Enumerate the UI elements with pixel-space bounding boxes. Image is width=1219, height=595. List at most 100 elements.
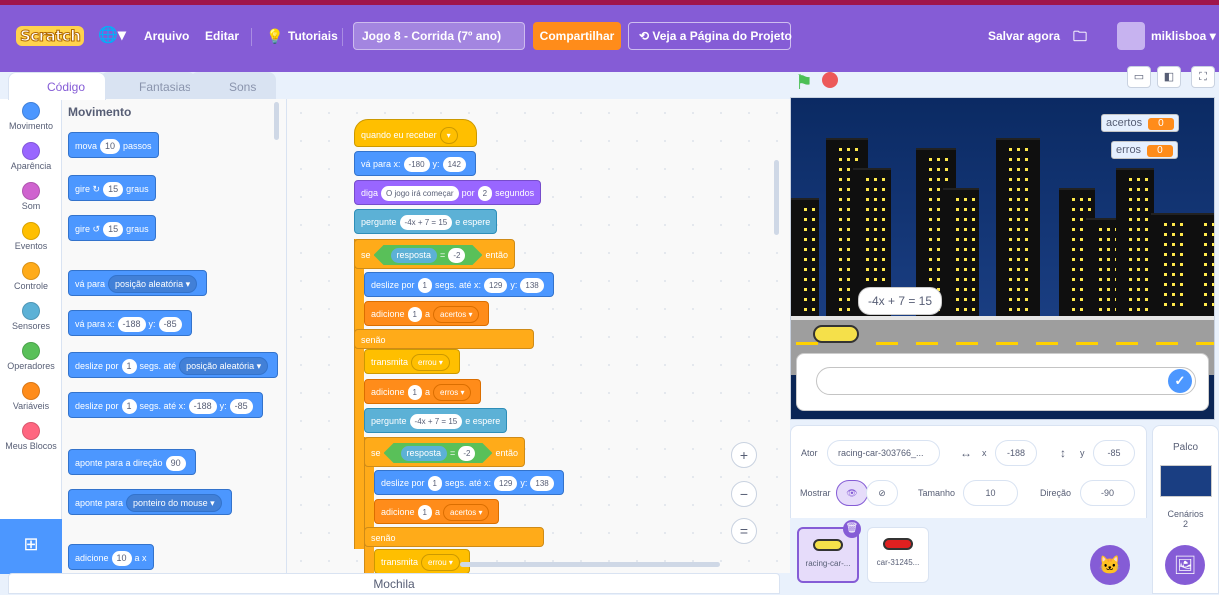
answer-reporter[interactable]: resposta (401, 446, 448, 461)
palette-gotoxy-block[interactable]: vá para x: -188 y: -85 (68, 310, 192, 336)
category-control[interactable]: Controle (0, 262, 62, 291)
block-input[interactable]: -85 (229, 399, 253, 414)
change-variable-block[interactable]: adicione 1 a acertos ▾ (374, 499, 500, 524)
large-stage-icon[interactable]: ◧ (1157, 66, 1181, 88)
tab-costumes[interactable]: Fantasias (100, 72, 196, 100)
add-backdrop-icon[interactable]: 🖼 (1165, 545, 1205, 585)
x-input[interactable]: -188 (995, 440, 1037, 466)
block-input[interactable]: 15 (103, 182, 124, 197)
block-input[interactable]: 10 (100, 139, 121, 154)
palette-goto-block[interactable]: vá para posição aleatória ▾ (68, 270, 208, 296)
backpack-bar[interactable]: Mochila (8, 573, 780, 594)
if-then-else-block[interactable]: se resposta = -2 então (354, 239, 515, 269)
block-input[interactable]: 1 (407, 385, 422, 400)
delete-sprite-icon[interactable]: 🗑 (843, 520, 861, 538)
y-input[interactable]: -85 (1093, 440, 1135, 466)
block-input[interactable]: -85 (158, 317, 182, 332)
script-vertical-scrollbar[interactable] (774, 160, 779, 235)
block-input[interactable]: 129 (484, 278, 508, 293)
block-dropdown[interactable]: ponteiro do mouse ▾ (126, 494, 222, 512)
block-dropdown[interactable]: ▾ (439, 127, 458, 144)
add-sprite-icon[interactable]: 🐱 (1090, 545, 1130, 585)
add-extension-button[interactable]: ⊞ (0, 519, 62, 574)
equals-operator[interactable]: resposta = -2 (384, 443, 493, 463)
palette-turn-left-block[interactable]: gire ↺ 15 graus (68, 215, 156, 241)
category-my-blocks[interactable]: Meus Blocos (0, 422, 62, 451)
globe-icon[interactable]: 🌐▾ (98, 14, 126, 58)
block-input[interactable]: -2 (448, 248, 465, 263)
message-dropdown[interactable]: errou ▾ (411, 354, 450, 371)
size-input[interactable]: 10 (963, 480, 1018, 506)
block-input[interactable]: -4x + 7 = 15 (399, 215, 453, 230)
stop-icon[interactable] (822, 72, 838, 88)
see-project-page-button[interactable]: ⟲ Veja a Página do Projeto (628, 22, 792, 50)
change-variable-block[interactable]: adicione 1 a erros ▾ (364, 379, 482, 404)
show-visible-eye-icon[interactable]: 👁 (836, 480, 868, 506)
message-dropdown[interactable]: errou ▾ (421, 554, 460, 571)
block-input[interactable]: -180 (403, 157, 430, 172)
zoom-out-icon[interactable]: − (731, 481, 757, 507)
broadcast-block[interactable]: transmita errou ▾ (364, 349, 460, 374)
ask-and-wait-block[interactable]: pergunte -4x + 7 = 15 e espere (354, 209, 498, 234)
green-flag-icon[interactable]: ⚑ (795, 70, 813, 95)
block-input[interactable]: 138 (530, 476, 554, 491)
show-hidden-eye-icon[interactable]: ⊘ (866, 480, 898, 506)
answer-input[interactable] (816, 367, 1196, 395)
scratch-logo[interactable]: Scratch (16, 26, 85, 46)
variable-dropdown[interactable]: acertos ▾ (433, 306, 480, 323)
ask-and-wait-block[interactable]: pergunte -4x + 7 = 15 e espere (364, 408, 508, 433)
tab-sounds[interactable]: Sons (190, 72, 276, 100)
block-input[interactable]: 1 (417, 505, 432, 520)
yellow-car-sprite[interactable] (813, 325, 859, 343)
change-variable-block[interactable]: adicione 1 a acertos ▾ (364, 301, 490, 326)
category-events[interactable]: Eventos (0, 222, 62, 251)
folder-icon[interactable]: 🗀 (1073, 14, 1087, 58)
variable-monitor-acertos[interactable]: acertos 0 (1101, 114, 1179, 132)
script-area[interactable]: quando eu receber ▾ vá para x: -180 y: 142 d… (287, 99, 790, 573)
block-input[interactable]: 1 (121, 399, 137, 414)
glide-to-xy-block[interactable]: deslize por 1 segs. até x: 129 y: 138 (374, 470, 564, 495)
block-input[interactable]: -2 (458, 446, 475, 461)
block-dropdown[interactable]: posição aleatória ▾ (179, 357, 269, 375)
answer-reporter[interactable]: resposta (391, 248, 438, 263)
palette-point-towards-block[interactable]: aponte para ponteiro do mouse ▾ (68, 489, 232, 515)
fullscreen-icon[interactable]: ⛶ (1191, 66, 1215, 88)
category-sensing[interactable]: Sensores (0, 302, 62, 331)
small-stage-icon[interactable]: ▭ (1127, 66, 1151, 88)
palette-point-direction-block[interactable]: aponte para a direção 90 (68, 449, 196, 475)
block-input[interactable]: O jogo irá começar (381, 186, 459, 201)
zoom-in-icon[interactable]: + (731, 442, 757, 468)
project-title-input[interactable]: Jogo 8 - Corrida (7º ano) (353, 22, 525, 50)
share-button[interactable]: Compartilhar (533, 22, 621, 50)
category-variables[interactable]: Variáveis (0, 382, 62, 411)
category-sound[interactable]: Som (0, 182, 62, 211)
category-motion[interactable]: Movimento (0, 102, 62, 131)
block-input[interactable]: 1 (417, 278, 432, 293)
block-input[interactable]: -188 (117, 317, 146, 332)
block-input[interactable]: 129 (494, 476, 518, 491)
block-input[interactable]: 1 (427, 476, 442, 491)
menu-file[interactable]: Arquivo (144, 14, 189, 58)
palette-scrollbar[interactable] (274, 102, 279, 140)
zoom-reset-icon[interactable]: = (731, 518, 757, 544)
menu-tutorials[interactable]: Tutoriais (288, 14, 338, 58)
avatar[interactable] (1117, 22, 1145, 50)
username-menu[interactable]: miklisboa ▾ (1151, 14, 1216, 58)
save-now-button[interactable]: Salvar agora (988, 14, 1060, 58)
menu-edit[interactable]: Editar (205, 14, 239, 58)
block-dropdown[interactable]: posição aleatória ▾ (108, 275, 198, 293)
palette-glide-xy-block[interactable]: deslize por 1 segs. até x: -188 y: -85 (68, 392, 263, 418)
block-input[interactable]: -4x + 7 = 15 (409, 414, 463, 429)
palette-glide-random-block[interactable]: deslize por 1 segs. até posição aleatória ▾ (68, 352, 279, 378)
variable-monitor-erros[interactable]: erros 0 (1111, 141, 1178, 159)
glide-to-xy-block[interactable]: deslize por 1 segs. até x: 129 y: 138 (364, 272, 554, 297)
block-input[interactable]: 10 (111, 551, 132, 566)
block-input[interactable]: 142 (442, 157, 466, 172)
check-icon[interactable]: ✓ (1168, 369, 1192, 393)
script-horizontal-scrollbar[interactable] (460, 562, 720, 567)
block-input[interactable]: 1 (407, 307, 422, 322)
say-for-secs-block[interactable]: diga O jogo irá começar por 2 segundos (354, 180, 542, 205)
category-looks[interactable]: Aparência (0, 142, 62, 171)
gotoxy-block[interactable]: vá para x: -180 y: 142 (354, 151, 476, 176)
broadcast-block[interactable]: transmita errou ▾ (374, 549, 470, 573)
